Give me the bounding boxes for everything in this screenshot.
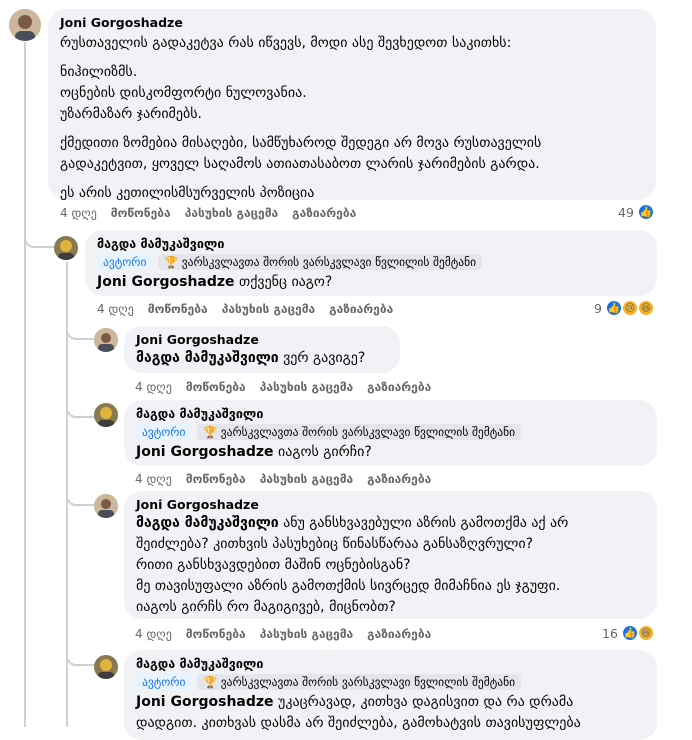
avatar[interactable] [94,494,118,518]
comment-text: რითი განსხვავდებით მაშინ ოცნებისგან? [136,557,411,573]
comment-bubble: მაგდა მამუკაშვილი ავტორი 🏆 ვარსკვლავთა შო… [124,400,657,466]
comment-text: იაგოს გირჩი? [278,444,372,460]
share-button[interactable]: გაზიარება [367,627,431,641]
fan-badge: 🏆 ვარსკვლავთა შორის ვარსკვლავი წვლილის შე… [158,254,483,270]
timestamp[interactable]: 4 დღე [97,302,134,316]
comment-author[interactable]: Joni Gorgoshadze [60,15,644,31]
like-button[interactable]: მოწონება [148,302,208,316]
laugh-face-icon: 😆 [636,624,655,642]
comment-actions: 4 დღე მოწონება პასუხის გაცემა გაზიარება [135,627,431,641]
thread-connector [66,486,96,506]
fan-badge-label: ვარსკვლავთა შორის ვარსკვლავი წვლილის შემ… [220,675,516,689]
trophy-icon: 🏆 [164,255,179,269]
like-button[interactable]: მოწონება [186,472,246,486]
comment-text: იაგოს გირჩს რო მაგიგივებ, მიცნობთ? [136,599,396,615]
author-badge: ავტორი [97,254,153,270]
comment-text: ვერ გავიგე? [283,350,366,366]
thread-line-main [24,42,26,727]
thread-connector [66,320,96,340]
reply-button[interactable]: პასუხის გაცემა [260,627,353,641]
comment-bubble: Joni Gorgoshadze მაგდა მამუკაშვილი ვერ გ… [124,326,400,373]
comment-actions: 4 დღე მოწონება პასუხის გაცემა გაზიარება [135,472,431,486]
mention-link[interactable]: Joni Gorgoshadze [97,274,235,290]
trophy-icon: 🏆 [203,675,218,689]
comment-author[interactable]: მაგდა მამუკაშვილი [136,406,645,422]
fan-badge: 🏆 ვარსკვლავთა შორის ვარსკვლავი წვლილის შე… [197,674,522,690]
comment-text: ანუ განსხვავებული აზრის გამოთქმა აქ არ [283,515,569,531]
timestamp[interactable]: 4 დღე [60,206,97,220]
reply-button[interactable]: პასუხის გაცემა [185,206,278,220]
reaction-summary[interactable]: 9 👍 😢 😆 [594,299,655,317]
like-button[interactable]: მოწონება [186,380,246,394]
comment-text: დადგით. კითხვას დასმა არ შეიძლება, გამოხ… [136,715,581,731]
thread-connector [66,398,96,418]
comment-actions: 4 დღე მოწონება პასუხის გაცემა გაზიარება [135,380,431,394]
comment-text: უზარმაზარ ჯარიმებს. [60,106,202,122]
comment-text: უკაცრავად, კითხვა დაგისვით და რა დრამა [278,694,574,710]
share-button[interactable]: გაზიარება [329,302,393,316]
comment-actions: 4 დღე მოწონება პასუხის გაცემა გაზიარება [60,206,356,220]
share-button[interactable]: გაზიარება [292,206,356,220]
reaction-count: 16 [602,625,618,641]
like-button[interactable]: მოწონება [111,206,171,220]
reaction-summary[interactable]: 16 👍 😆 [602,624,655,642]
comment-text: რუსთაველის გადაკეტვა რას იწვევს, მოდი ას… [60,35,512,51]
comment-bubble: მაგდა მამუკაშვილი ავტორი 🏆 ვარსკვლავთა შო… [85,230,657,296]
comment-bubble: Joni Gorgoshadze მაგდა მამუკაშვილი ანუ გ… [124,491,657,619]
reaction-summary[interactable]: 49 👍 [618,203,655,221]
reply-button[interactable]: პასუხის გაცემა [260,472,353,486]
comment-author[interactable]: მაგდა მამუკაშვილი [136,656,645,672]
share-button[interactable]: გაზიარება [367,472,431,486]
comment-actions: 4 დღე მოწონება პასუხის გაცემა გაზიარება [97,302,393,316]
reaction-count: 49 [618,204,634,220]
thread-connector [24,228,56,248]
comment-text: მე თავისუფალი აზრის გამოთქმის სივრცედ მი… [136,578,561,594]
laugh-face-icon: 😆 [636,299,655,317]
comment-text: ეს არის კეთილისმსურველის პოზიცია [60,185,315,201]
comment-author[interactable]: Joni Gorgoshadze [136,497,645,513]
mention-link[interactable]: Joni Gorgoshadze [136,694,274,710]
mention-link[interactable]: მაგდა მამუკაშვილი [136,515,279,531]
timestamp[interactable]: 4 დღე [135,380,172,394]
thumbs-up-icon: 👍 [636,203,655,221]
thread-connector [66,646,96,666]
comment-text: თქვენც იაგო? [239,274,333,290]
timestamp[interactable]: 4 დღე [135,472,172,486]
author-badge: ავტორი [136,424,192,440]
fan-badge-label: ვარსკვლავთა შორის ვარსკვლავი წვლილის შემ… [220,425,516,439]
comment-text: ნიჰილიზმს. [60,64,138,80]
reaction-count: 9 [594,300,602,316]
timestamp[interactable]: 4 დღე [135,627,172,641]
avatar[interactable] [54,236,78,260]
share-button[interactable]: გაზიარება [367,380,431,394]
reply-button[interactable]: პასუხის გაცემა [260,380,353,394]
mention-link[interactable]: Joni Gorgoshadze [136,444,274,460]
comment-author[interactable]: Joni Gorgoshadze [136,332,388,348]
comment-text: გადაკეტვით, ყოველ საღამოს ათიათასაბოთ ლა… [60,156,540,172]
comment-text: შეიძლება? კითხვის პასუხებიც წინასწარაა გ… [136,536,534,552]
fan-badge-label: ვარსკვლავთა შორის ვარსკვლავი წვლილის შემ… [181,255,477,269]
avatar[interactable] [94,655,118,679]
comment-text: ქმედითი ზომებია მისაღები, სამწუხაროდ შედ… [60,135,542,151]
like-button[interactable]: მოწონება [186,627,246,641]
comment-author[interactable]: მაგდა მამუკაშვილი [97,236,645,252]
comment-text: ოცნების დისკომფორტი ნულოვანია. [60,85,307,101]
avatar[interactable] [9,9,41,41]
avatar[interactable] [94,328,118,352]
fan-badge: 🏆 ვარსკვლავთა შორის ვარსკვლავი წვლილის შე… [197,424,522,440]
mention-link[interactable]: მაგდა მამუკაშვილი [136,350,279,366]
reply-button[interactable]: პასუხის გაცემა [222,302,315,316]
comment-bubble: Joni Gorgoshadze რუსთაველის გადაკეტვა რა… [48,9,656,201]
trophy-icon: 🏆 [203,425,218,439]
author-badge: ავტორი [136,674,192,690]
avatar[interactable] [94,403,118,427]
